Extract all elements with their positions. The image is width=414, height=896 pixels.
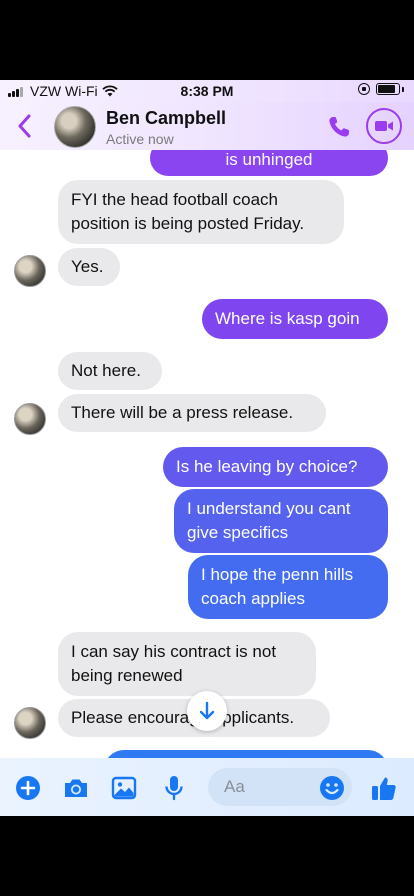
message-text: I hope the penn hills coach applies	[201, 565, 354, 608]
sender-avatar	[14, 707, 46, 739]
back-button[interactable]	[14, 110, 36, 142]
phone-icon	[329, 117, 349, 137]
battery-icon	[376, 83, 400, 95]
video-call-button[interactable]	[366, 108, 402, 144]
message-text: There will be a press release.	[71, 403, 294, 422]
message-incoming[interactable]: Not here.	[58, 352, 162, 390]
emoji-icon	[320, 776, 344, 800]
message-text: Please encourage applicants.	[71, 708, 295, 727]
plus-icon	[16, 776, 40, 800]
status-time: 8:38 PM	[180, 83, 234, 99]
scroll-to-bottom-button[interactable]	[187, 691, 227, 731]
message-text: is unhinged	[225, 150, 313, 169]
message-text: Not here.	[71, 361, 141, 380]
orientation-lock-icon	[358, 83, 370, 95]
gallery-button[interactable]	[110, 774, 138, 802]
camera-button[interactable]	[62, 774, 90, 802]
message-text: I understand you cant give specifics	[187, 499, 351, 542]
status-bar: VZW Wi-Fi 8:38 PM	[0, 80, 414, 102]
message-outgoing[interactable]: I understand you cant give specifics	[174, 489, 388, 553]
image-icon	[111, 776, 137, 800]
message-incoming[interactable]: FYI the head football coach position is …	[58, 180, 344, 244]
like-button[interactable]	[370, 774, 398, 802]
message-outgoing[interactable]: I hope the penn hills coach applies	[188, 555, 388, 619]
sender-avatar	[14, 403, 46, 435]
chevron-left-icon	[18, 114, 31, 138]
thumbs-up-icon	[372, 777, 396, 800]
message-outgoing-partial[interactable]	[104, 750, 388, 758]
voice-call-button[interactable]	[326, 114, 354, 140]
battery-tip-icon	[402, 86, 404, 92]
message-incoming[interactable]: There will be a press release.	[58, 394, 326, 432]
arrow-down-icon	[199, 701, 215, 720]
message-outgoing[interactable]: Is he leaving by choice?	[163, 447, 388, 487]
messenger-screen: VZW Wi-Fi 8:38 PM Ben Campbell Active no…	[0, 80, 414, 816]
message-incoming[interactable]: I can say his contract is not being rene…	[58, 632, 316, 696]
camera-icon	[65, 779, 87, 797]
message-thread[interactable]: is unhinged FYI the head football coach …	[0, 150, 414, 758]
microphone-icon	[165, 776, 183, 801]
conversation-header: Ben Campbell Active now	[0, 102, 414, 150]
voice-message-button[interactable]	[160, 774, 188, 802]
message-outgoing[interactable]: Where is kasp goin	[202, 299, 388, 339]
message-incoming[interactable]: Yes.	[58, 248, 120, 286]
sender-avatar	[14, 255, 46, 287]
presence-status: Active now	[106, 131, 174, 147]
message-text: Yes.	[71, 257, 104, 276]
status-right	[358, 83, 404, 95]
message-text: Where is kasp goin	[215, 309, 360, 328]
composer-bar: Aa	[0, 758, 414, 816]
message-text: FYI the head football coach position is …	[71, 190, 305, 233]
contact-avatar[interactable]	[54, 106, 96, 148]
more-actions-button[interactable]	[14, 774, 42, 802]
message-text: Is he leaving by choice?	[176, 457, 358, 476]
video-camera-icon	[375, 121, 393, 131]
emoji-button[interactable]	[318, 774, 346, 802]
message-outgoing[interactable]: is unhinged	[150, 150, 388, 176]
message-text: I can say his contract is not being rene…	[71, 642, 277, 685]
contact-name[interactable]: Ben Campbell	[106, 108, 226, 129]
